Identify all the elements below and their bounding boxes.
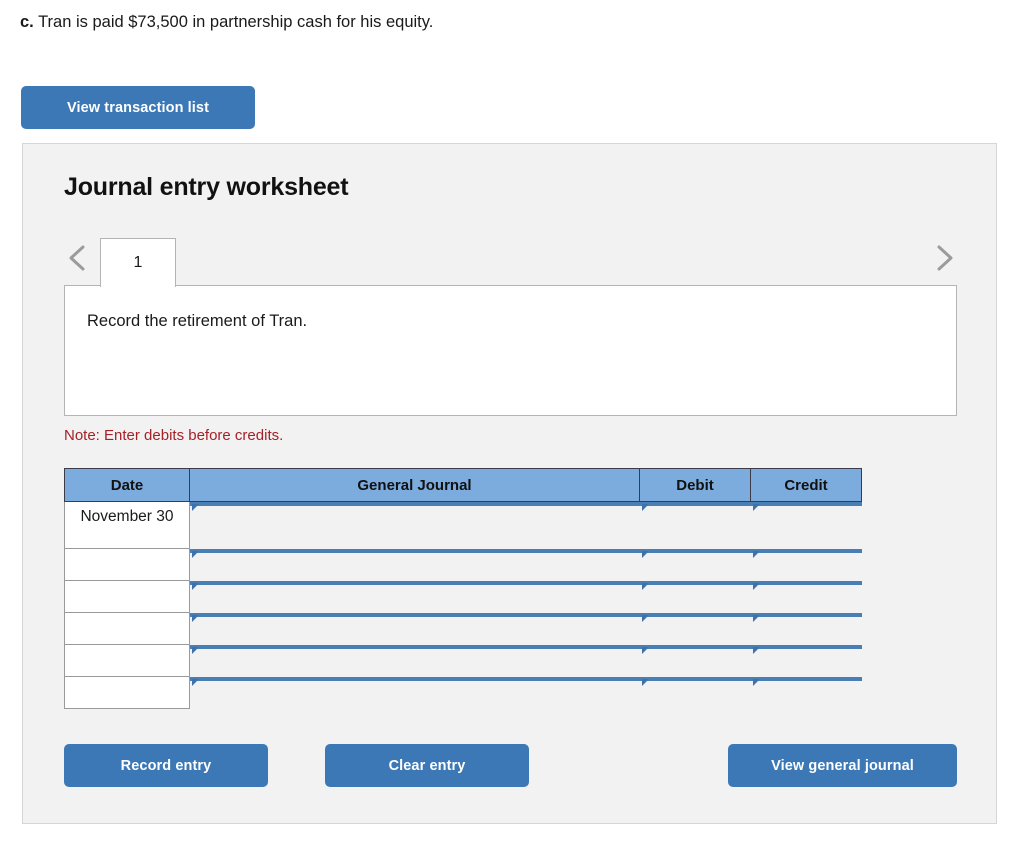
view-general-journal-button[interactable]: View general journal <box>728 744 957 787</box>
credit-cell[interactable] <box>750 676 862 709</box>
instruction-box: Record the retirement of Tran. <box>64 285 957 416</box>
debit-cell[interactable] <box>639 644 751 677</box>
credit-input[interactable] <box>750 644 862 654</box>
column-header-debit: Debit <box>639 468 751 502</box>
debit-cell[interactable] <box>639 501 751 549</box>
instruction-text: Record the retirement of Tran. <box>87 312 308 330</box>
date-cell[interactable] <box>64 548 190 581</box>
credit-cell[interactable] <box>750 612 862 645</box>
table-row <box>64 580 862 613</box>
column-header-credit: Credit <box>750 468 862 502</box>
credit-cell[interactable] <box>750 644 862 677</box>
general-journal-input[interactable] <box>190 580 640 590</box>
debit-input[interactable] <box>639 676 751 686</box>
date-cell[interactable]: November 30 <box>64 501 190 549</box>
debit-cell[interactable] <box>639 612 751 645</box>
journal-entry-worksheet-panel: Journal entry worksheet 1 Record the ret… <box>22 143 997 824</box>
general-journal-input[interactable] <box>190 612 640 622</box>
credit-input[interactable] <box>750 676 862 686</box>
chevron-left-icon[interactable] <box>64 241 90 275</box>
debit-input[interactable] <box>639 580 751 590</box>
record-entry-button[interactable]: Record entry <box>64 744 268 787</box>
date-cell[interactable] <box>64 644 190 677</box>
column-header-date: Date <box>64 468 190 502</box>
general-journal-cell[interactable] <box>189 548 640 581</box>
clear-entry-button[interactable]: Clear entry <box>325 744 529 787</box>
credit-cell[interactable] <box>750 580 862 613</box>
debit-cell[interactable] <box>639 676 751 709</box>
table-header-row: Date General Journal Debit Credit <box>64 468 862 502</box>
general-journal-cell[interactable] <box>189 612 640 645</box>
debit-input[interactable] <box>639 548 751 558</box>
table-row <box>64 548 862 581</box>
column-header-general-journal: General Journal <box>189 468 640 502</box>
general-journal-cell[interactable] <box>189 501 640 549</box>
debit-cell[interactable] <box>639 548 751 581</box>
general-journal-cell[interactable] <box>189 676 640 709</box>
journal-entry-table: Date General Journal Debit Credit Novemb… <box>64 468 862 709</box>
date-cell[interactable] <box>64 580 190 613</box>
general-journal-input[interactable] <box>190 676 640 686</box>
credit-cell[interactable] <box>750 548 862 581</box>
table-row: November 30 <box>64 501 862 549</box>
table-row <box>64 612 862 645</box>
general-journal-input[interactable] <box>190 502 640 511</box>
debit-input[interactable] <box>639 644 751 654</box>
chevron-right-icon[interactable] <box>931 241 957 275</box>
table-row <box>64 644 862 677</box>
question-text: Tran is paid $73,500 in partnership cash… <box>38 13 434 31</box>
question-prompt: c. Tran is paid $73,500 in partnership c… <box>20 11 433 33</box>
debits-before-credits-note: Note: Enter debits before credits. <box>64 427 284 444</box>
credit-input[interactable] <box>750 548 862 558</box>
credit-input[interactable] <box>750 580 862 590</box>
panel-title: Journal entry worksheet <box>64 173 349 201</box>
debit-input[interactable] <box>639 502 751 511</box>
worksheet-tab-1[interactable]: 1 <box>100 238 176 287</box>
debit-input[interactable] <box>639 612 751 622</box>
general-journal-cell[interactable] <box>189 580 640 613</box>
general-journal-cell[interactable] <box>189 644 640 677</box>
question-label: c. <box>20 13 34 31</box>
table-row <box>64 676 862 709</box>
date-cell[interactable] <box>64 612 190 645</box>
general-journal-input[interactable] <box>190 644 640 654</box>
date-cell[interactable] <box>64 676 190 709</box>
credit-cell[interactable] <box>750 501 862 549</box>
credit-input[interactable] <box>750 612 862 622</box>
debit-cell[interactable] <box>639 580 751 613</box>
view-transaction-list-button[interactable]: View transaction list <box>21 86 255 129</box>
general-journal-input[interactable] <box>190 548 640 558</box>
credit-input[interactable] <box>750 502 862 511</box>
worksheet-tab-strip: 1 <box>64 234 957 287</box>
